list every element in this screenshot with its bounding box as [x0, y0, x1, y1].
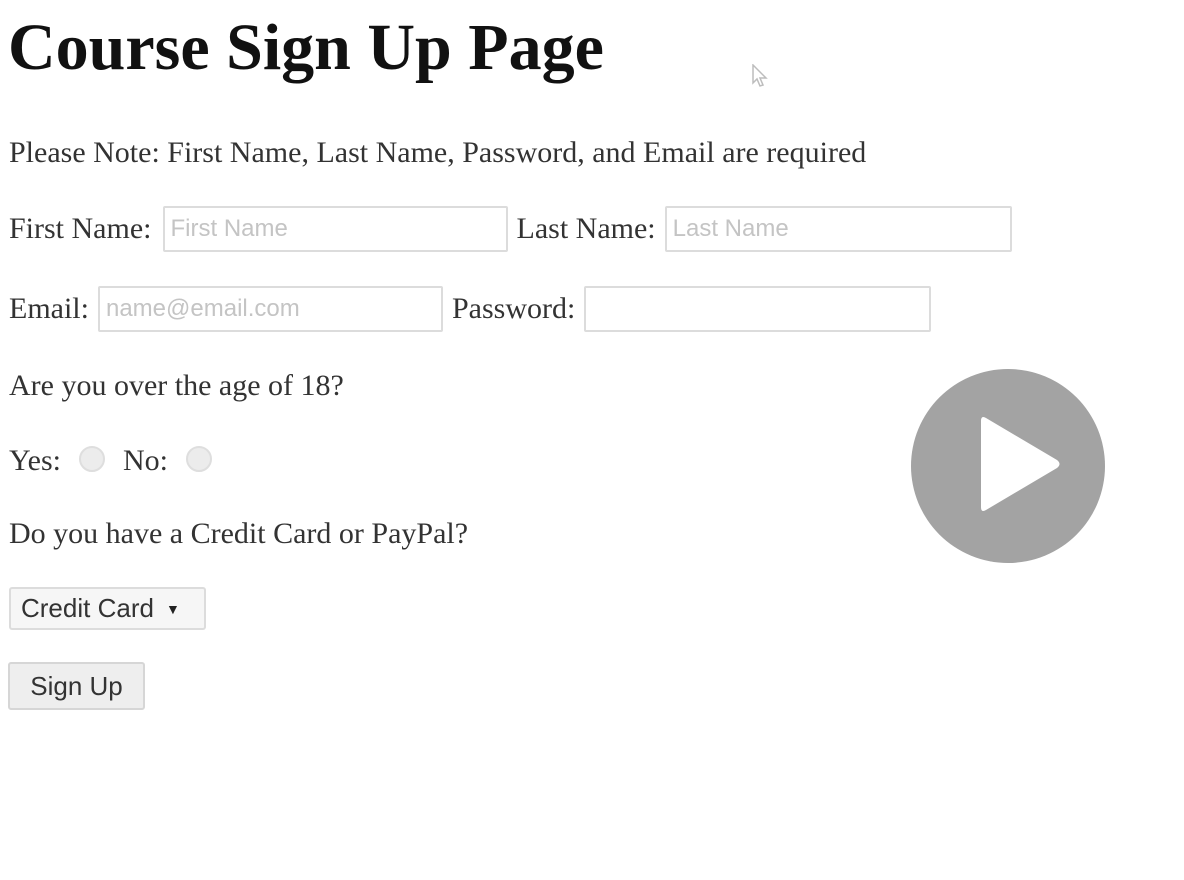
first-name-input[interactable]	[162, 206, 508, 252]
no-radio[interactable]	[186, 446, 212, 472]
payment-method-select[interactable]: Credit Card ▼	[9, 587, 206, 630]
yes-radio[interactable]	[79, 446, 105, 472]
last-name-label: Last Name:	[516, 212, 656, 245]
password-input[interactable]	[584, 286, 932, 332]
yes-label: Yes:	[9, 444, 61, 477]
name-fields-row: First Name: Last Name:	[9, 204, 1012, 254]
no-label: No:	[123, 444, 168, 477]
required-fields-note: Please Note: First Name, Last Name, Pass…	[9, 136, 867, 169]
last-name-input[interactable]	[664, 206, 1012, 252]
age-question: Are you over the age of 18?	[9, 369, 344, 402]
email-password-row: Email: Password:	[9, 284, 932, 334]
first-name-label: First Name:	[9, 212, 152, 245]
email-input[interactable]	[97, 286, 443, 332]
pointer-cursor-icon	[752, 63, 768, 88]
password-label: Password:	[451, 292, 576, 325]
video-play-button[interactable]	[911, 369, 1105, 563]
payment-method-selected-value: Credit Card	[21, 593, 154, 623]
page-title: Course Sign Up Page	[8, 11, 604, 84]
sign-up-button[interactable]: Sign Up	[8, 662, 145, 710]
payment-question: Do you have a Credit Card or PayPal?	[9, 517, 469, 550]
age-radio-group: Yes: No:	[9, 438, 212, 484]
email-label: Email:	[9, 292, 89, 325]
play-icon	[981, 417, 1060, 511]
dropdown-arrow-icon: ▼	[165, 600, 180, 617]
